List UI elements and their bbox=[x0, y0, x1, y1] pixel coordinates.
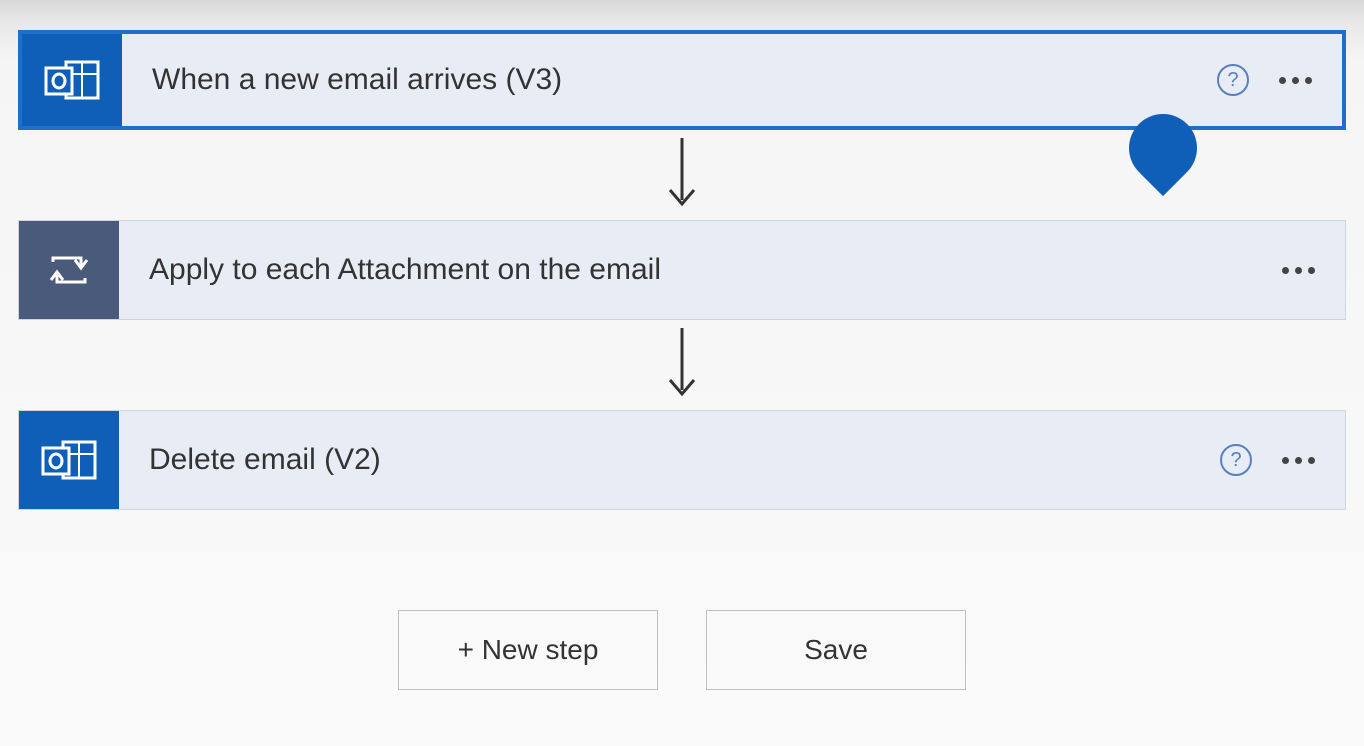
footer-button-row: + New step Save bbox=[398, 610, 966, 690]
save-button[interactable]: Save bbox=[706, 610, 966, 690]
help-icon[interactable]: ? bbox=[1220, 444, 1252, 476]
loop-icon-box bbox=[19, 221, 119, 319]
step-actions bbox=[1282, 257, 1345, 284]
flow-designer-canvas: When a new email arrives (V3) ? Apply to… bbox=[0, 0, 1364, 690]
step-title: Delete email (V2) bbox=[119, 443, 1220, 477]
loop-icon bbox=[45, 246, 93, 294]
outlook-connector-icon-box bbox=[19, 411, 119, 509]
flow-arrow bbox=[18, 320, 1346, 410]
step-title: Apply to each Attachment on the email bbox=[119, 253, 1282, 287]
step-title: When a new email arrives (V3) bbox=[122, 63, 1217, 97]
step-actions: ? bbox=[1220, 444, 1345, 476]
new-step-button[interactable]: + New step bbox=[398, 610, 658, 690]
action-card-delete-email[interactable]: Delete email (V2) ? bbox=[18, 410, 1346, 510]
outlook-icon bbox=[44, 56, 100, 104]
outlook-icon bbox=[41, 436, 97, 484]
help-icon[interactable]: ? bbox=[1217, 64, 1249, 96]
more-menu-icon[interactable] bbox=[1282, 447, 1315, 474]
more-menu-icon[interactable] bbox=[1279, 67, 1312, 94]
more-menu-icon[interactable] bbox=[1282, 257, 1315, 284]
outlook-connector-icon-box bbox=[22, 34, 122, 126]
step-actions: ? bbox=[1217, 64, 1342, 96]
action-card-apply-to-each[interactable]: Apply to each Attachment on the email bbox=[18, 220, 1346, 320]
trigger-card-email-arrives[interactable]: When a new email arrives (V3) ? bbox=[18, 30, 1346, 130]
